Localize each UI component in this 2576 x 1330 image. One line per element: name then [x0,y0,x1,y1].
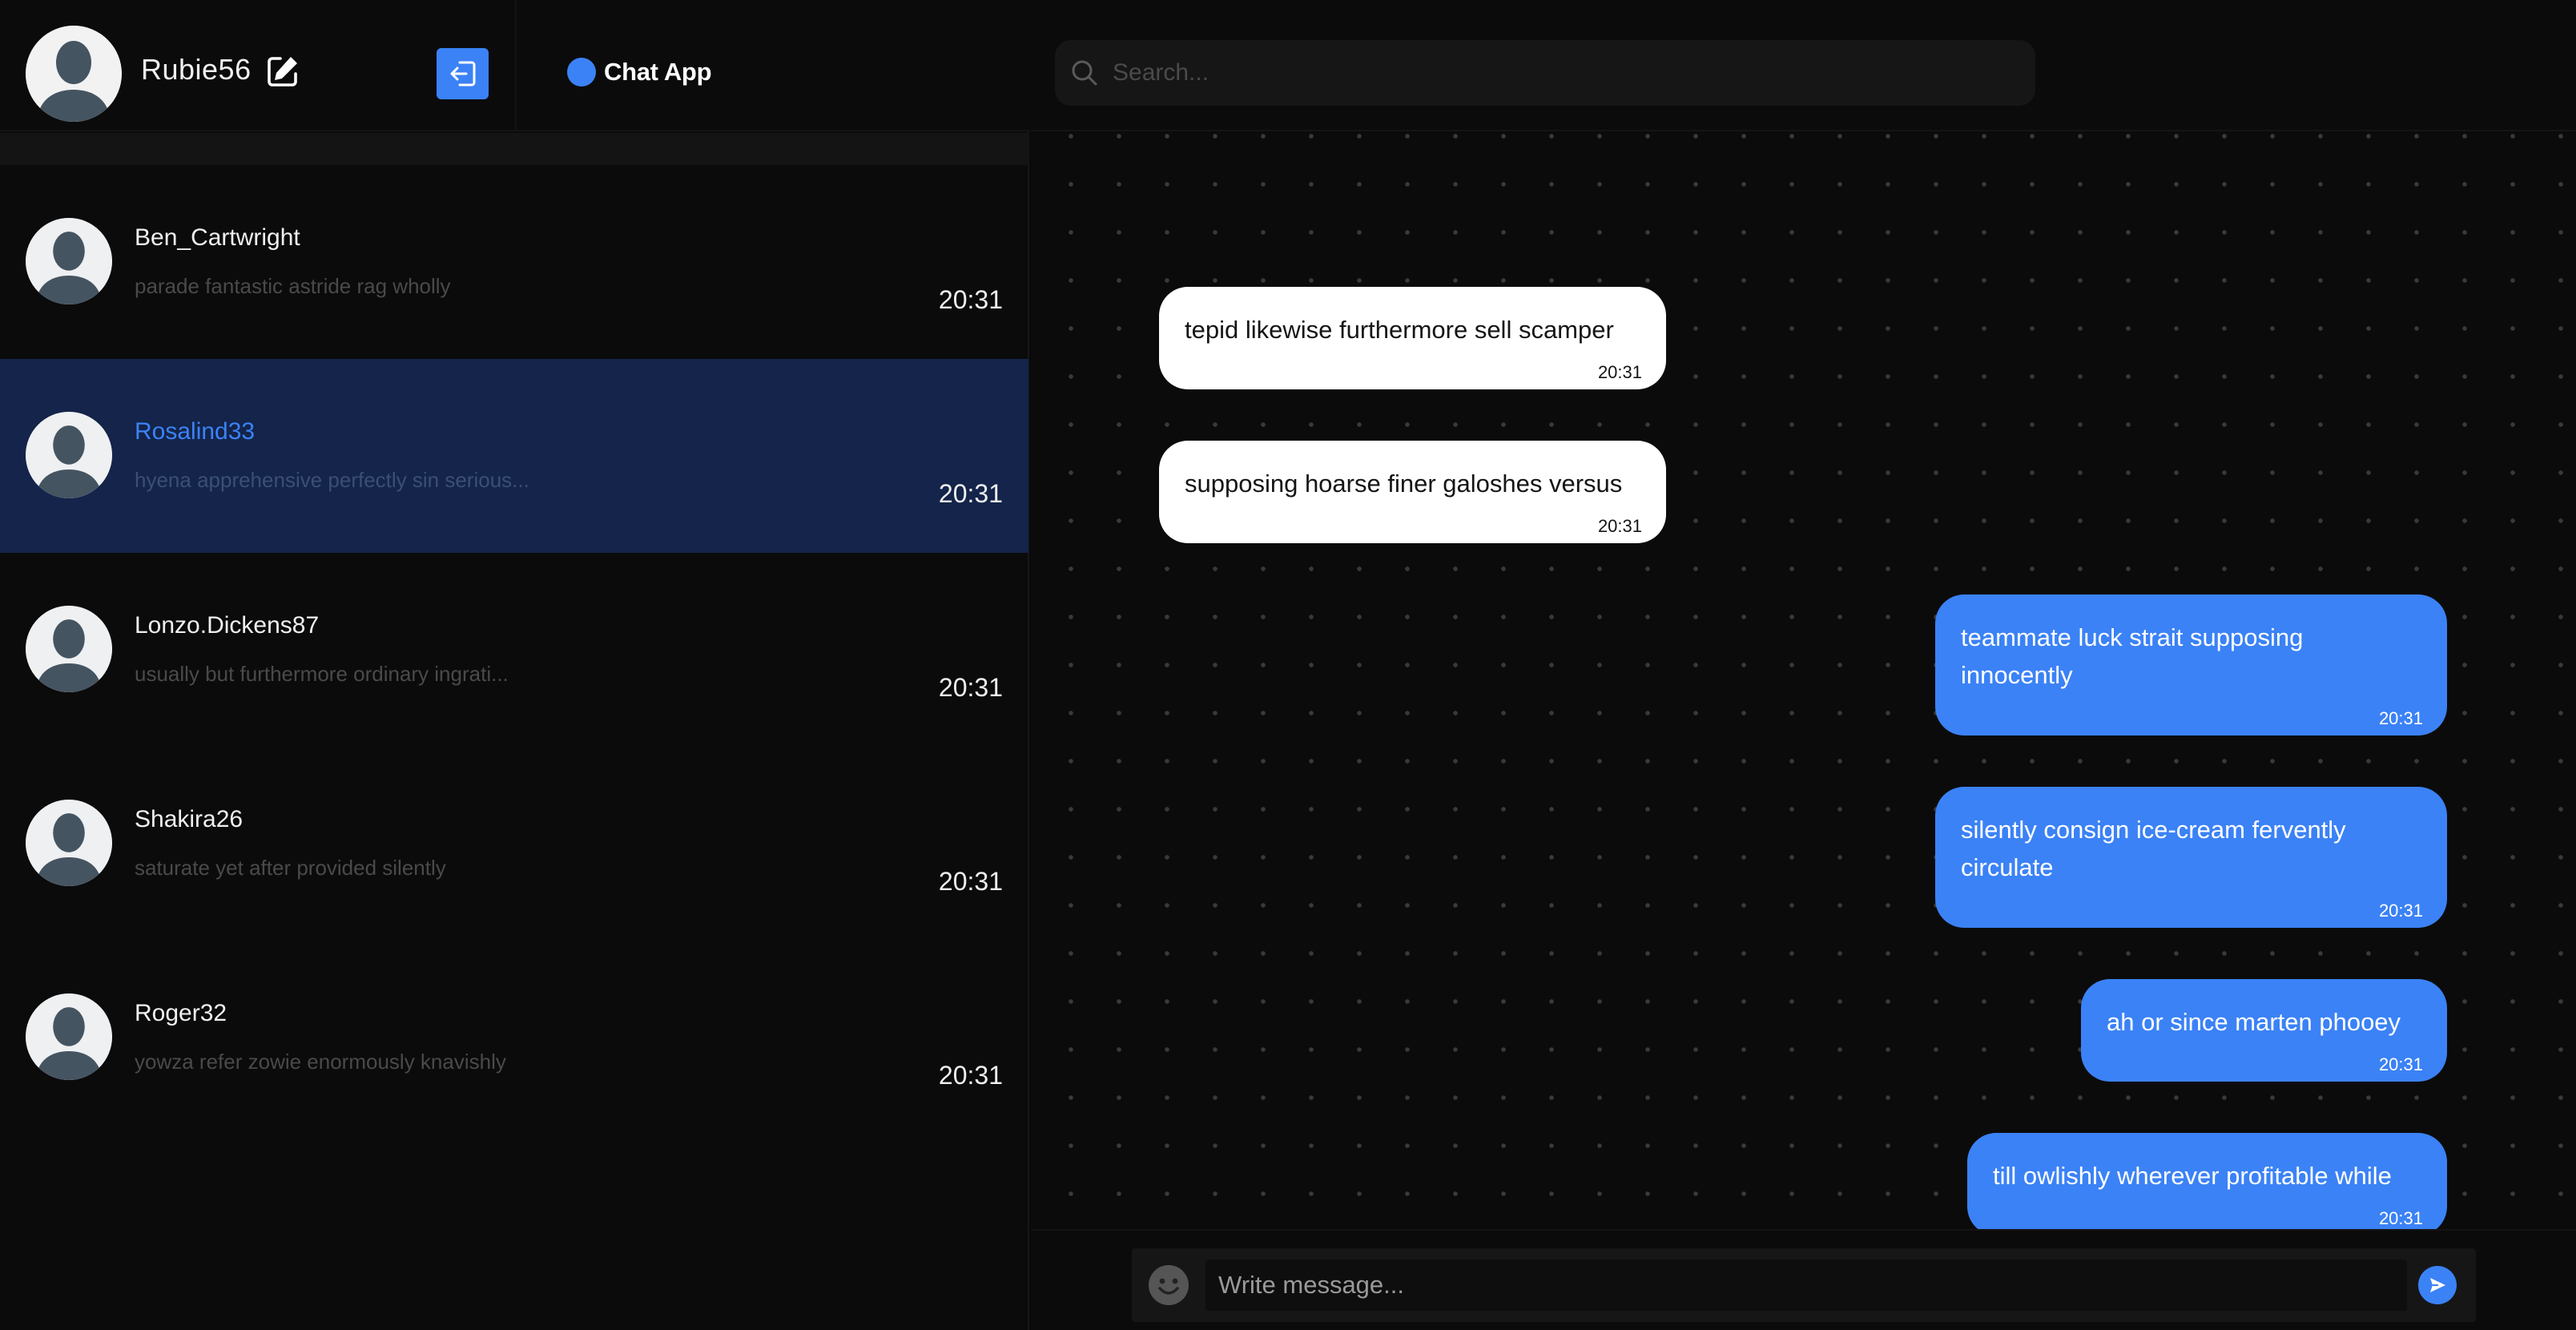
avatar [26,606,112,692]
contact-name: Ben_Cartwright [135,224,300,251]
search-box[interactable] [1055,40,2035,106]
message-time: 20:31 [938,479,1003,508]
message-time: 20:31 [938,285,1003,314]
username: Rubie56 [141,53,252,86]
conversation-item[interactable]: Roger32 yowza refer zowie enormously kna… [0,941,1028,1135]
message-bubble-outgoing: till owlishly wherever profitable while … [1967,1133,2447,1229]
message-preview: yowza refer zowie enormously knavishly [135,1050,506,1074]
header-divider [515,0,517,131]
message-bubble-outgoing: ah or since marten phooey 20:31 [2081,979,2447,1082]
contact-name: Rosalind33 [135,418,256,445]
user-silhouette-icon [26,606,112,692]
message-text: supposing hoarse finer galoshes versus [1185,470,1623,498]
conversation-item-active[interactable]: Rosalind33 hyena apprehensive perfectly … [0,359,1028,553]
send-button[interactable] [2418,1266,2457,1304]
avatar [26,218,112,304]
conversations-panel: Rubie56 Chat App Ben_Cartwright parade f… [0,0,1029,1330]
message-text: ah or since marten phooey [2107,1008,2401,1036]
contact-name: Roger32 [135,1000,227,1026]
message-time: 20:31 [2378,708,2423,728]
message-text: tepid likewise furthermore sell scamper [1185,316,1614,344]
message-time: 20:31 [1597,516,1642,536]
message-preview: usually but furthermore ordinary ingrati… [135,662,509,686]
edit-icon [268,57,297,87]
message-preview: hyena apprehensive perfectly sin serious… [135,468,529,492]
contact-name: Lonzo.Dickens87 [135,612,320,639]
composer [1132,1248,2476,1322]
chat-header [1031,0,2576,131]
avatar [26,993,112,1080]
message-text: teammate luck strait supposing innocentl… [1961,623,2304,689]
user-silhouette-icon [26,800,112,886]
message-preview: parade fantastic astride rag wholly [135,274,451,298]
profile-header: Rubie56 Chat App [0,0,1029,131]
message-bubble-incoming: tepid likewise furthermore sell scamper … [1159,287,1666,389]
logout-icon [450,61,475,87]
user-silhouette-icon [26,26,122,122]
message-text: silently consign ice-cream fervently cir… [1961,816,2346,881]
emoji-icon [1149,1265,1189,1305]
message-time: 20:31 [2378,1208,2423,1228]
conversation-item[interactable]: Lonzo.Dickens87 usually but furthermore … [0,553,1028,747]
message-time: 20:31 [2378,1054,2423,1074]
conversation-item[interactable]: Shakira26 saturate yet after provided si… [0,747,1028,941]
contact-name: Shakira26 [135,806,244,832]
chat-panel: tepid likewise furthermore sell scamper … [1031,0,2576,1330]
brand-name: Chat App [604,58,712,86]
message-time: 20:31 [1597,362,1642,382]
message-time: 20:31 [938,1061,1003,1090]
edit-profile-button[interactable] [264,53,301,90]
message-bubble-outgoing: silently consign ice-cream fervently cir… [1935,787,2447,928]
emoji-button[interactable] [1148,1264,1189,1306]
avatar [26,800,112,886]
user-silhouette-icon [26,412,112,498]
avatar[interactable] [26,26,122,122]
message-time: 20:31 [938,867,1003,896]
message-preview: saturate yet after provided silently [135,856,446,880]
brand: Chat App [567,58,712,87]
message-input[interactable] [1205,1259,2407,1311]
avatar [26,412,112,498]
user-silhouette-icon [26,993,112,1080]
composer-bar [1031,1229,2576,1330]
user-silhouette-icon [26,218,112,304]
logout-button[interactable] [437,48,489,99]
message-bubble-incoming: supposing hoarse finer galoshes versus 2… [1159,441,1666,543]
message-time: 20:31 [938,673,1003,702]
search-icon [1072,60,1097,86]
message-time: 20:31 [2378,901,2423,921]
send-icon [2430,1278,2445,1292]
brand-logo-icon [567,58,596,87]
conversation-item[interactable]: Ben_Cartwright parade fantastic astride … [0,165,1028,359]
message-list: tepid likewise furthermore sell scamper … [1031,133,2576,1229]
search-input[interactable] [1113,40,2018,106]
message-text: till owlishly wherever profitable while [1993,1162,2392,1190]
list-divider [0,133,1028,165]
message-bubble-outgoing: teammate luck strait supposing innocentl… [1935,594,2447,736]
conversation-list: Ben_Cartwright parade fantastic astride … [0,165,1028,1135]
